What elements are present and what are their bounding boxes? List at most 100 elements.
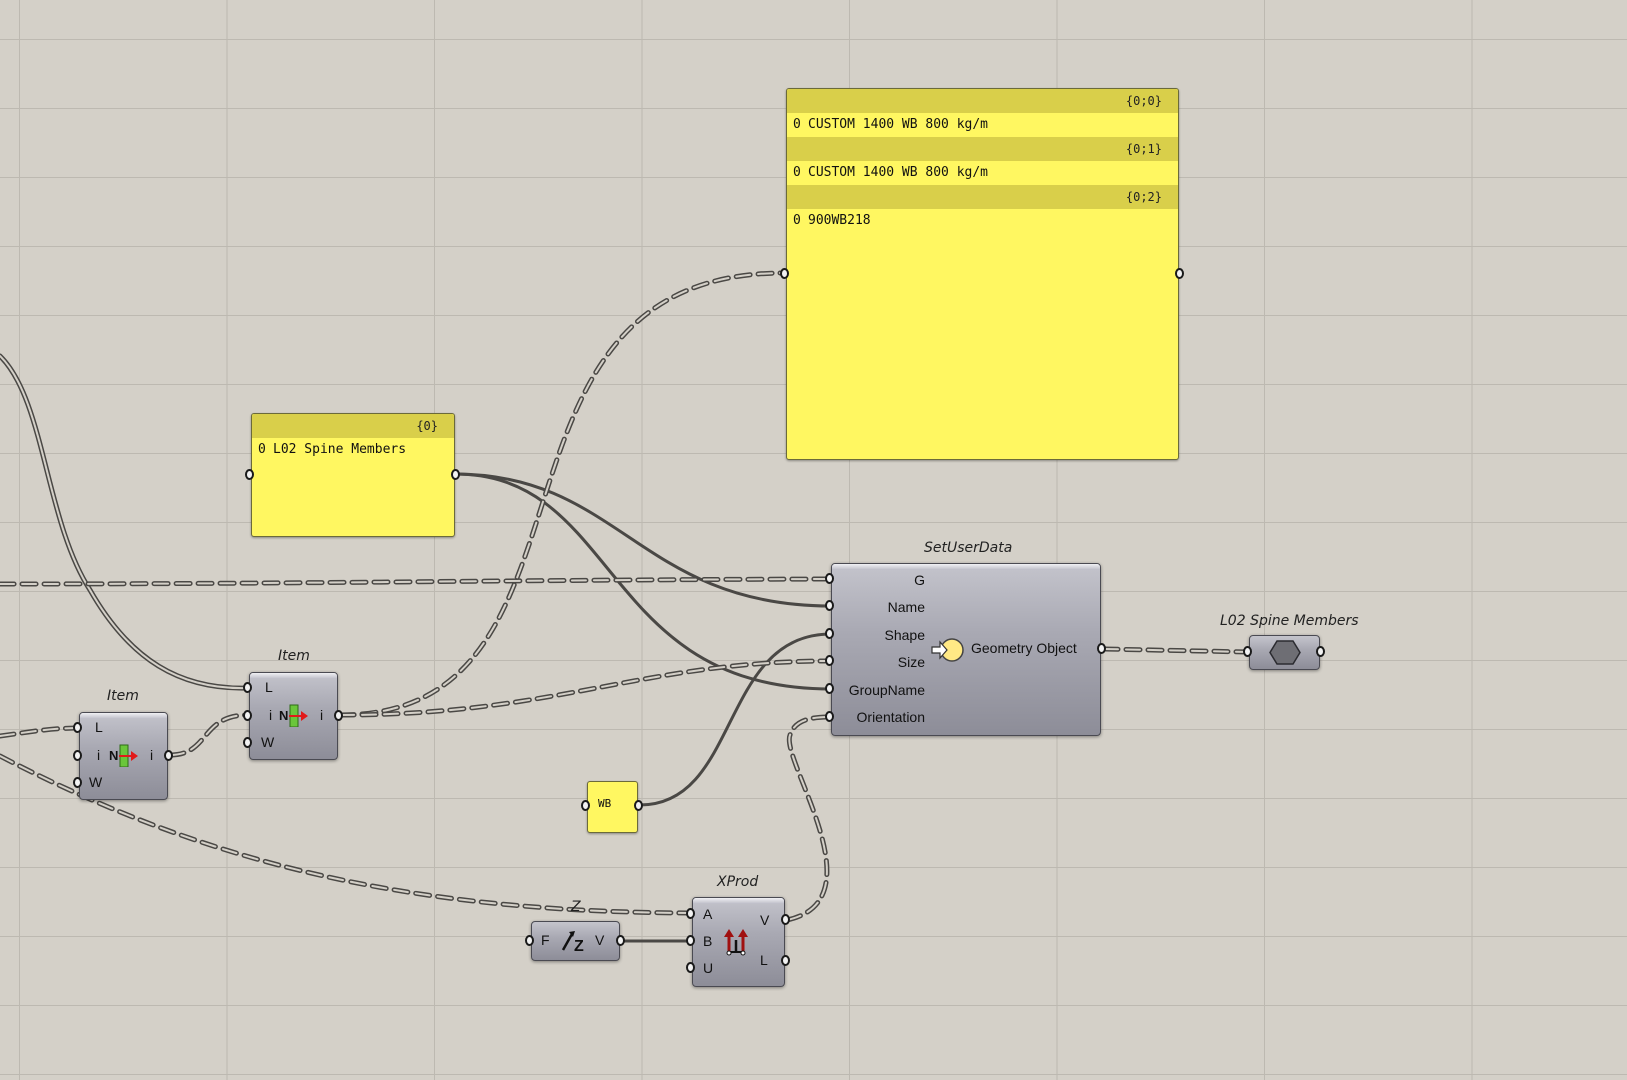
- panel-row-index: 0: [258, 442, 266, 457]
- panel-row-text: L02 Spine Members: [273, 442, 407, 457]
- panel-row: 0 CUSTOM 1400 WB 800 kg/m: [787, 113, 1178, 137]
- input-i-label: i: [269, 707, 273, 723]
- xprod-port-U[interactable]: [686, 962, 695, 973]
- list-item-icon: N: [109, 744, 138, 767]
- text-panel-wb[interactable]: WB: [587, 781, 638, 833]
- set-user-data-component[interactable]: G Name Shape Size GroupName Orientation …: [831, 563, 1101, 736]
- unit-z-component[interactable]: F V Z: [531, 921, 620, 961]
- output-L-label: L: [760, 952, 768, 968]
- input-name-label: Name: [887, 599, 925, 615]
- panel-row-index: 0: [793, 213, 801, 228]
- list-item-component-2[interactable]: L i W i N: [249, 672, 338, 760]
- set-user-data-icon: [931, 638, 964, 662]
- panel-path-header: {0}: [252, 414, 454, 438]
- set-user-data-caption: SetUserData: [924, 540, 1013, 556]
- panel-row: 0 L02 Spine Members: [252, 438, 454, 462]
- panel-wb-text: WB: [598, 797, 612, 810]
- list-item-icon: N: [279, 704, 308, 727]
- text-panel-section-names[interactable]: {0;0} 0 CUSTOM 1400 WB 800 kg/m {0;1} 0 CU…: [786, 88, 1179, 460]
- panel-output-port[interactable]: [634, 800, 643, 811]
- panel-output-port[interactable]: [451, 469, 460, 480]
- input-A-label: A: [703, 906, 713, 922]
- input-F-label: F: [541, 932, 550, 948]
- svg-text:N: N: [109, 748, 118, 763]
- set-user-data-port-groupname[interactable]: [825, 683, 834, 694]
- xprod-port-V[interactable]: [781, 914, 790, 925]
- panel-path-header: {0;1}: [787, 137, 1178, 161]
- item-1-port-out-i[interactable]: [164, 750, 173, 761]
- panel-path-header: {0;0}: [787, 89, 1178, 113]
- input-L-label: L: [95, 719, 103, 735]
- set-user-data-port-G[interactable]: [825, 573, 834, 584]
- input-size-label: Size: [897, 654, 925, 670]
- output-i-label: i: [150, 747, 154, 763]
- item-1-port-L[interactable]: [73, 722, 82, 733]
- xprod-port-L[interactable]: [781, 955, 790, 966]
- panel-input-port[interactable]: [780, 268, 789, 279]
- wire-item2-to-size: [337, 658, 834, 718]
- set-user-data-port-orientation[interactable]: [825, 711, 834, 722]
- input-W-label: W: [89, 774, 103, 790]
- input-W-label: W: [261, 734, 275, 750]
- geometry-param-port-out[interactable]: [1316, 646, 1325, 657]
- panel-row-index: 0: [793, 117, 801, 132]
- input-shape-label: Shape: [884, 627, 925, 643]
- panel-output-port[interactable]: [1175, 268, 1184, 279]
- item-2-port-i[interactable]: [243, 710, 252, 721]
- output-i-label: i: [320, 707, 324, 723]
- panel-row-text: CUSTOM 1400 WB 800 kg/m: [808, 117, 989, 132]
- text-panel-spine-members[interactable]: {0} 0 L02 Spine Members: [251, 413, 455, 537]
- cross-product-icon: [724, 929, 748, 956]
- xprod-component[interactable]: A B U V L: [692, 897, 785, 987]
- component-topbar: [80, 713, 167, 719]
- unit-z-port-V[interactable]: [616, 935, 625, 946]
- item-2-caption: Item: [278, 648, 310, 664]
- hexagon-geometry-icon: [1269, 640, 1301, 665]
- panel-path-header: {0;2}: [787, 185, 1178, 209]
- unit-z-caption: Z: [571, 899, 581, 915]
- component-topbar: [250, 673, 337, 679]
- set-user-data-port-out[interactable]: [1097, 643, 1106, 654]
- item-1-caption: Item: [107, 688, 139, 704]
- item-2-port-out-i[interactable]: [334, 710, 343, 721]
- component-topbar: [693, 898, 784, 904]
- set-user-data-port-shape[interactable]: [825, 628, 834, 639]
- panel-input-port[interactable]: [581, 800, 590, 811]
- wire-xprod-to-orientation-inner: [786, 716, 832, 921]
- panel-row-text: CUSTOM 1400 WB 800 kg/m: [808, 165, 989, 180]
- input-orientation-label: Orientation: [856, 709, 925, 725]
- xprod-port-A[interactable]: [686, 908, 695, 919]
- xprod-caption: XProd: [717, 874, 759, 890]
- geometry-param-component[interactable]: [1249, 635, 1320, 670]
- list-item-component-1[interactable]: L i W i N: [79, 712, 168, 800]
- item-1-port-i[interactable]: [73, 750, 82, 761]
- xprod-port-B[interactable]: [686, 935, 695, 946]
- input-B-label: B: [703, 933, 713, 949]
- input-G-label: G: [914, 572, 925, 588]
- item-2-port-L[interactable]: [243, 682, 252, 693]
- component-topbar: [832, 564, 1100, 570]
- input-i-label: i: [97, 747, 101, 763]
- output-V-label: V: [595, 932, 605, 948]
- panel-input-port[interactable]: [245, 469, 254, 480]
- item-1-port-W[interactable]: [73, 777, 82, 788]
- set-user-data-port-size[interactable]: [825, 655, 834, 666]
- svg-text:Z: Z: [574, 938, 584, 954]
- output-geometry-object-label: Geometry Object: [971, 640, 1077, 656]
- item-2-port-W[interactable]: [243, 737, 252, 748]
- output-V-label: V: [760, 912, 770, 928]
- panel-row: 0 CUSTOM 1400 WB 800 kg/m: [787, 161, 1178, 185]
- input-groupname-label: GroupName: [848, 682, 925, 698]
- panel-row-index: 0: [793, 165, 801, 180]
- panel-row-text: 900WB218: [808, 213, 871, 228]
- set-user-data-port-name[interactable]: [825, 600, 834, 611]
- unit-z-port-F[interactable]: [525, 935, 534, 946]
- input-L-label: L: [265, 679, 273, 695]
- panel-row: 0 900WB218: [787, 209, 1178, 233]
- geometry-param-port-in[interactable]: [1243, 646, 1252, 657]
- input-U-label: U: [703, 960, 714, 976]
- svg-text:N: N: [279, 708, 288, 723]
- geometry-param-caption: L02 Spine Members: [1220, 613, 1359, 629]
- wire-left-to-item2-L-inner: [0, 355, 249, 690]
- wire-item1-to-item2: [167, 712, 251, 758]
